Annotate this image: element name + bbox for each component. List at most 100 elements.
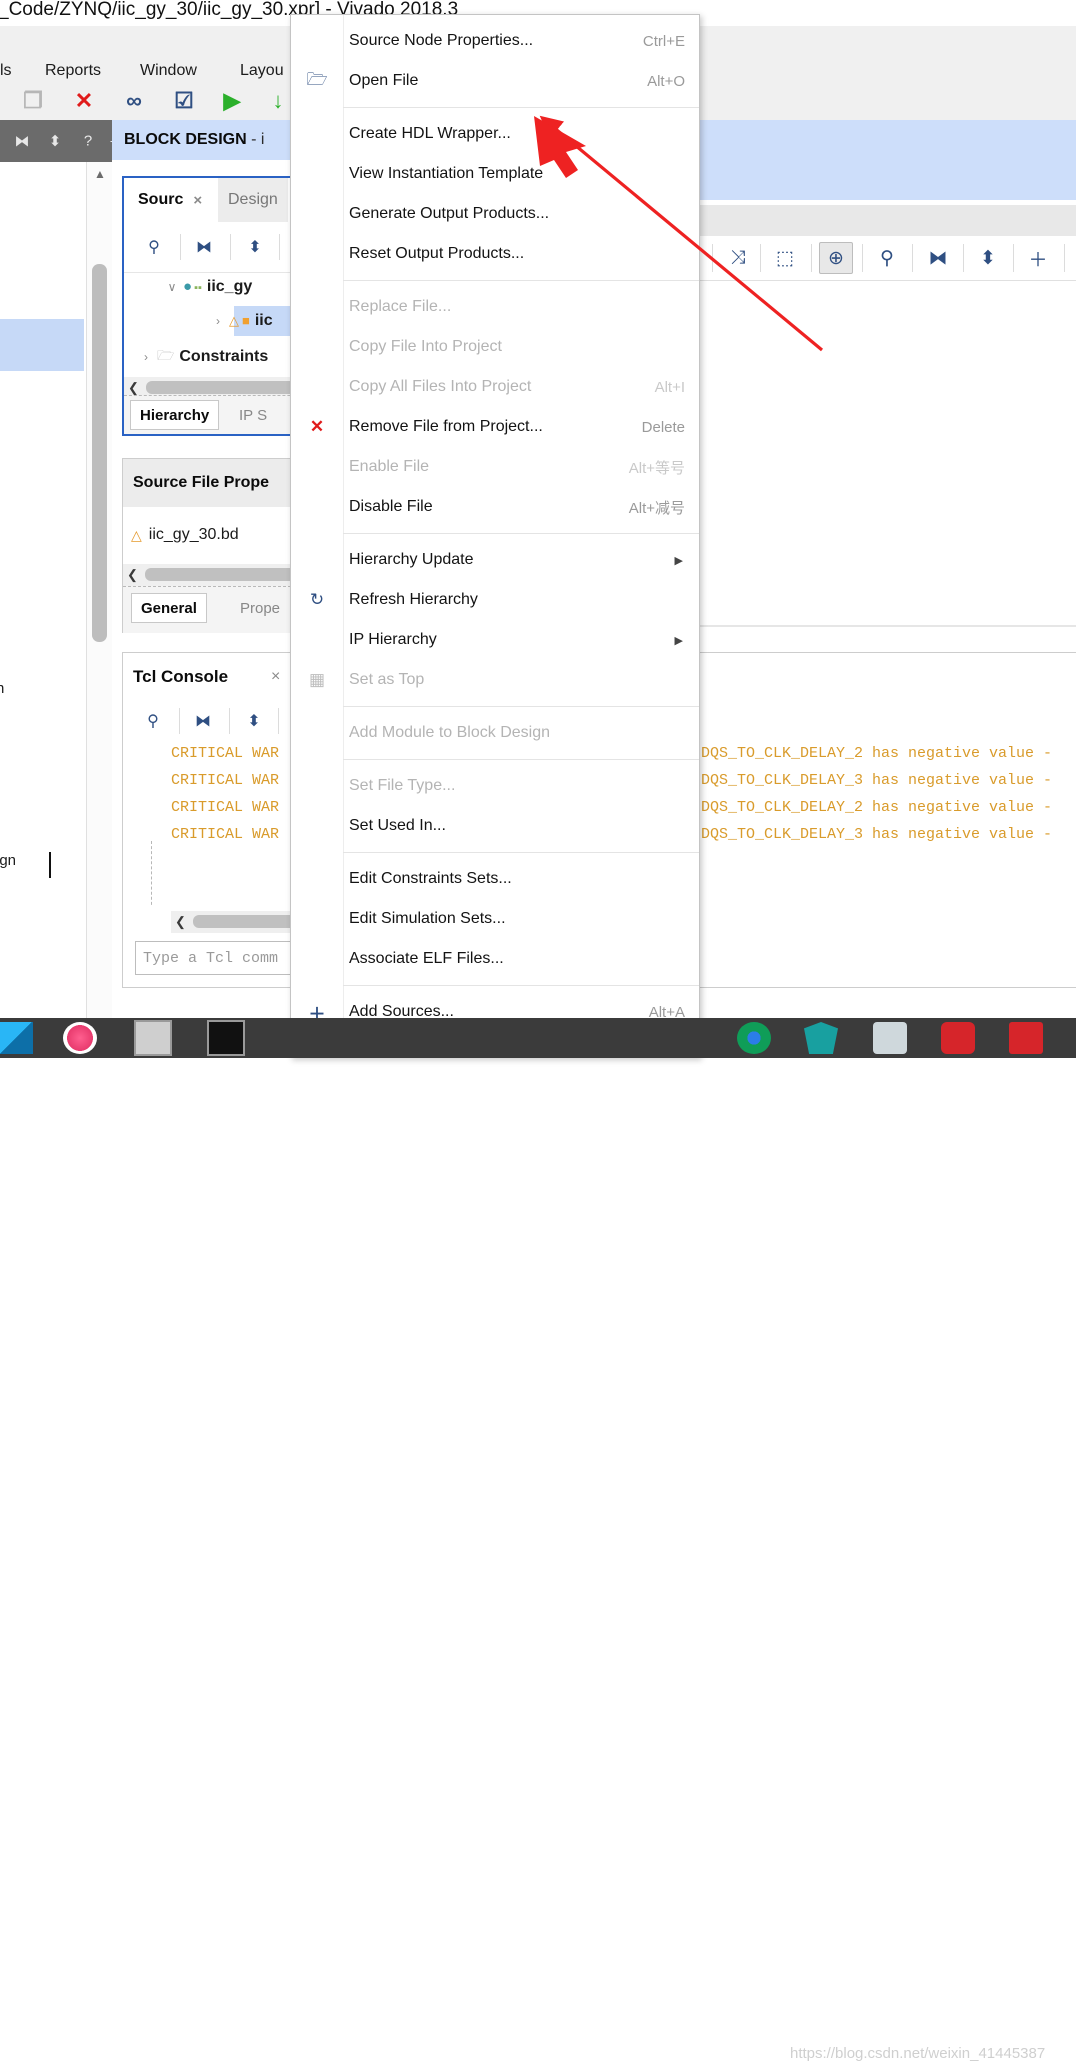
expand-all-icon[interactable]: ⬍ [972,243,1004,273]
expand-all-icon[interactable]: ⬍ [248,237,261,257]
cmd-window-1-icon[interactable] [134,1020,172,1056]
menu-reports-item[interactable]: Reports [45,62,101,80]
windows-taskbar: https://blog.csdn.net/weixin_41445387 [0,1018,1076,2062]
menu-separator [343,985,699,986]
close-icon[interactable]: × [193,192,202,209]
scroll-left-arrow-icon[interactable]: ❮ [175,914,186,930]
collapse-all-icon[interactable]: ⧓ [922,243,954,273]
scroll-up-arrow-icon[interactable]: ▲ [87,162,113,186]
tree-expand-arrow-icon[interactable]: ∨ [164,280,180,294]
menu-item-edit-constraints-sets[interactable]: Edit Constraints Sets... [291,859,699,899]
canvas-toolbar: ⤨ ⬚ ⊕ ⚲ ⧓ ⬍ ＋ [690,236,1076,280]
search-icon[interactable]: ⚲ [147,711,159,731]
marquee-select-icon[interactable]: ⬚ [769,243,801,273]
tree-expand-arrow-icon[interactable]: › [138,350,154,364]
itunes-icon[interactable] [63,1022,97,1054]
menu-item-icon-slot [291,447,343,487]
menu-item-generate-output-products[interactable]: Generate Output Products... [291,194,699,234]
sources-bottom-tab-hierarchy[interactable]: Hierarchy [130,400,220,430]
menu-layou-item[interactable]: Layou [240,62,284,80]
menu-item-icon-slot [291,939,343,979]
design-icon: ● ▪▪ [183,278,202,295]
scrollbar-thumb[interactable] [145,568,297,581]
security-shield-icon[interactable] [804,1022,838,1054]
crosshair-target-icon[interactable]: ⊕ [819,242,853,274]
menu-item-create-hdl-wrapper[interactable]: Create HDL Wrapper... [291,114,699,154]
tab-label: Sourc [138,191,184,208]
collapse-all-icon[interactable]: ⧓ [195,711,211,731]
menu-item-open-file[interactable]: 🗁 Open File Alt+O [291,61,699,101]
menu-item-label: Edit Constraints Sets... [349,870,512,887]
copy-icon[interactable]: ❐ [20,88,46,114]
source-file-properties-title: Source File Prope [133,474,270,491]
collapse-all-icon[interactable]: ⧓ [196,237,212,257]
close-icon[interactable]: × [271,668,280,686]
scrollbar-thumb[interactable] [92,264,107,642]
menu-item-ip-hierarchy[interactable]: IP Hierarchy ▶ [291,620,699,660]
menu-item-hierarchy-update[interactable]: Hierarchy Update ▶ [291,540,699,580]
close-x-icon[interactable]: ✕ [71,88,97,114]
chrome-icon[interactable] [737,1022,771,1054]
search-icon[interactable]: ⚲ [148,237,160,257]
sfp-bottom-tab-prope[interactable]: Prope [231,593,289,623]
sources-bottom-tab-ips[interactable]: IP S [230,400,276,430]
collapse-all-icon[interactable]: ⧓ [15,132,30,150]
search-icon[interactable]: ⚲ [871,243,903,273]
menu-item-label: Hierarchy Update [349,551,474,568]
menu-item-remove-file-from-project[interactable]: ✕ Remove File from Project... Delete [291,407,699,447]
menu-item-edit-simulation-sets[interactable]: Edit Simulation Sets... [291,899,699,939]
sources-tab-sourc[interactable]: Sourc × [128,178,213,222]
fold-guide-line [151,841,152,905]
menu-item-icon-slot [291,806,343,846]
source-file-row[interactable]: △ iic_gy_30.bd [131,526,239,544]
netease-music-icon[interactable] [941,1022,975,1054]
sources-tab-design[interactable]: Design [218,178,288,222]
scroll-left-arrow-icon[interactable]: ❮ [128,380,139,396]
left-text-fragment: n [0,680,5,697]
menu-window-item[interactable]: Window [140,62,197,80]
left-text-fragment: ign [0,852,17,869]
scrollbar-thumb[interactable] [146,381,306,394]
start-button[interactable] [0,1022,33,1054]
expand-all-icon[interactable]: ⬍ [247,711,260,731]
menu-item-icon-slot [291,899,343,939]
menu-item-view-instantiation-template[interactable]: View Instantiation Template [291,154,699,194]
toolbar-separator [963,244,964,272]
text-caret [49,852,51,878]
fit-screen-icon[interactable]: ⤨ [722,243,754,273]
refresh-icon: ↻ [309,590,325,609]
menu-separator [343,852,699,853]
tree-row-label: iic_gy [206,278,253,295]
toolbar-separator [230,234,231,260]
add-plus-icon[interactable]: ＋ [1022,243,1054,273]
expand-all-icon[interactable]: ⬍ [49,132,62,150]
menu-item-set-used-in[interactable]: Set Used In... [291,806,699,846]
checkbox-icon[interactable]: ☑ [171,88,197,114]
tree-row-label: Constraints [179,348,269,365]
run-play-icon[interactable]: ▶ [219,88,245,114]
sfp-bottom-tab-general[interactable]: General [131,593,207,623]
toolbar-separator [712,244,713,272]
menu-item-reset-output-products[interactable]: Reset Output Products... [291,234,699,274]
tcl-console-title: Tcl Console [133,667,229,686]
binoculars-icon[interactable]: ∞ [121,88,147,114]
menu-item-refresh-hierarchy[interactable]: ↻ Refresh Hierarchy [291,580,699,620]
snipping-tool-icon[interactable] [873,1022,907,1054]
cmd-window-2-icon[interactable] [207,1020,245,1056]
youdao-icon[interactable] [1009,1022,1043,1054]
left-vertical-scrollbar[interactable]: ▲ [86,162,114,1018]
tree-expand-arrow-icon[interactable]: › [210,314,226,328]
menu-item-label: Set as Top [349,671,425,688]
tcl-log-line: CRITICAL WAR [171,772,280,789]
scroll-left-arrow-icon[interactable]: ❮ [127,567,138,583]
menu-item-accelerator: Alt+等号 [628,459,685,477]
menu-item-label: Generate Output Products... [349,205,550,222]
menu-item-label: Enable File [349,458,430,475]
menu-item-disable-file[interactable]: Disable File Alt+减号 [291,487,699,527]
menu-item-label: Associate ELF Files... [349,950,504,967]
download-icon[interactable]: ↓ [265,88,291,114]
menu-item-source-node-properties[interactable]: Source Node Properties... Ctrl+E [291,21,699,61]
help-icon[interactable]: ? [84,133,92,150]
menu-ls-item[interactable]: ls [0,62,12,80]
menu-item-associate-elf-files[interactable]: Associate ELF Files... [291,939,699,979]
